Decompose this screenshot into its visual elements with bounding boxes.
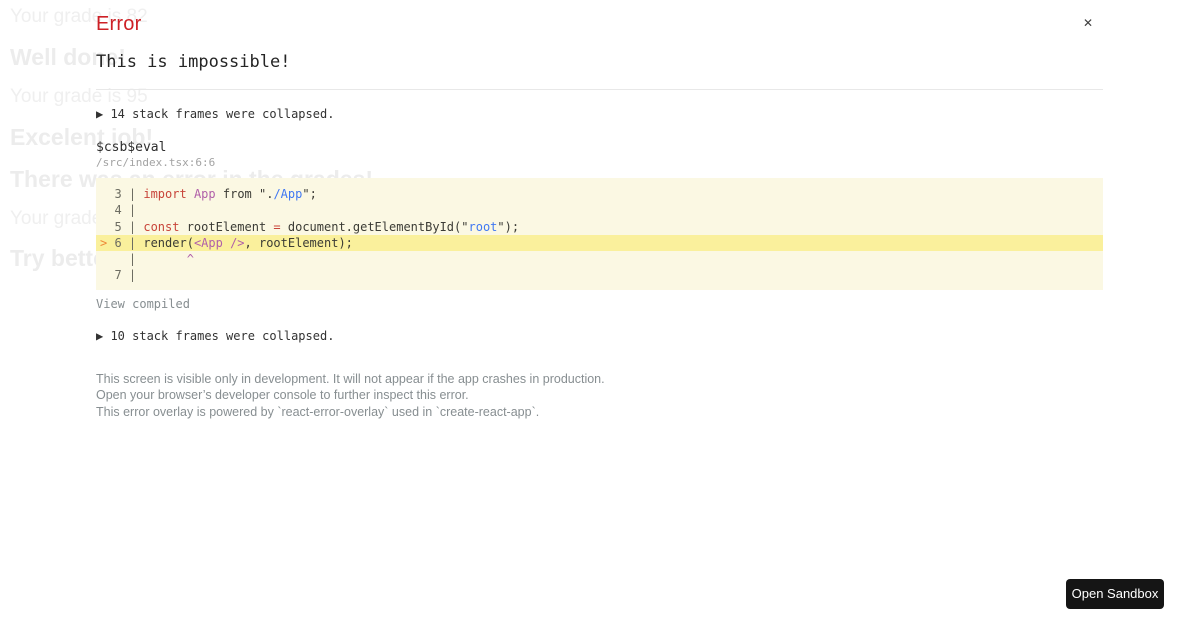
collapsed-stack-frames-top[interactable]: ▶ 14 stack frames were collapsed. xyxy=(96,107,334,121)
error-overlay-content: Error ✕ This is impossible! ▶ 14 stack f… xyxy=(96,0,1103,630)
overlay-footer-note: This screen is visible only in developme… xyxy=(96,371,605,420)
stack-frame-function: $csb$eval xyxy=(96,140,167,155)
code-line: 4 | xyxy=(100,203,137,218)
open-sandbox-button[interactable]: Open Sandbox xyxy=(1066,579,1164,609)
code-line: | ^ xyxy=(100,252,194,267)
collapsed-stack-frames-bottom[interactable]: ▶ 10 stack frames were collapsed. xyxy=(96,329,334,343)
divider xyxy=(96,89,1103,90)
error-message: This is impossible! xyxy=(96,52,291,72)
error-overlay: Error ✕ This is impossible! ▶ 14 stack f… xyxy=(0,0,1200,630)
error-title: Error xyxy=(96,13,142,35)
screen: Your grade is 82Well done!Your grade is … xyxy=(0,0,1200,630)
close-icon[interactable]: ✕ xyxy=(1079,14,1097,32)
view-compiled-link[interactable]: View compiled xyxy=(96,297,190,311)
code-line: 5 | const rootElement = document.getElem… xyxy=(100,219,520,234)
code-line: 3 | import App from "./App"; xyxy=(100,187,317,201)
footer-hint-line: Open your browser’s developer console to… xyxy=(96,388,469,403)
code-line-highlighted: > 6 | render(<App />, rootElement); xyxy=(96,234,1103,252)
code-frame: 3 | import App from "./App"; 4 | 5 | con… xyxy=(96,178,1103,290)
stack-frame-file: /src/index.tsx:6:6 xyxy=(96,156,216,169)
footer-hint-line: This error overlay is powered by `react-… xyxy=(96,404,540,419)
code-line: 7 | xyxy=(100,268,137,283)
footer-hint-line: This screen is visible only in developme… xyxy=(96,372,605,386)
